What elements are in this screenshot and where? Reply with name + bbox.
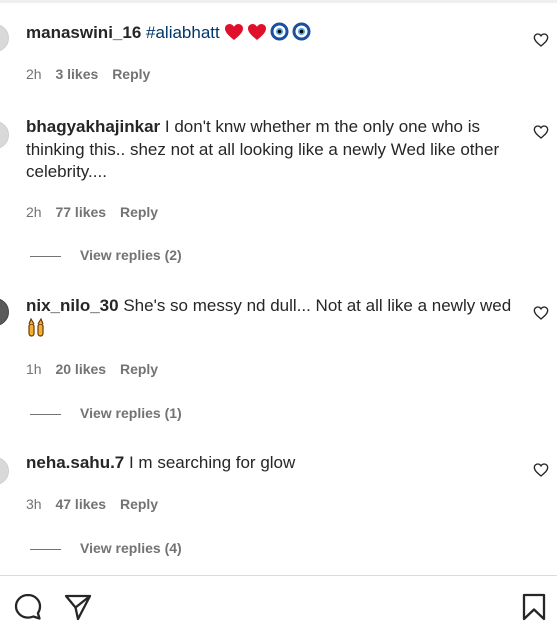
like-comment-heart-icon[interactable] [533,462,549,478]
reply-button[interactable]: Reply [120,204,158,220]
comment-bubble-icon[interactable] [13,592,43,622]
hands-raised-emoji-icon [26,317,46,338]
comment-text: neha.sahu.7 I m searching for glow [26,453,296,472]
evil-eye-emoji-icon [270,22,289,41]
replies-divider-line [30,255,61,257]
avatar[interactable] [0,121,9,149]
reply-button[interactable]: Reply [120,361,158,377]
comment-text: nix_nilo_30 She's so messy nd dull... No… [26,295,513,341]
username[interactable]: neha.sahu.7 [26,453,124,472]
comment-meta: 3h 47 likes Reply [26,496,168,512]
timestamp: 2h [26,66,42,82]
red-heart-emoji-icon [224,23,244,41]
username[interactable]: bhagyakhajinkar [26,117,160,136]
likes-count[interactable]: 47 likes [55,496,106,512]
evil-eye-emoji-icon [292,22,311,41]
view-replies-button[interactable]: View replies (1) [30,405,182,421]
replies-divider-line [30,413,61,415]
avatar[interactable] [0,24,9,52]
view-replies-button[interactable]: View replies (2) [30,247,182,263]
avatar[interactable] [0,298,9,326]
reply-button[interactable]: Reply [120,496,158,512]
timestamp: 1h [26,361,42,377]
timestamp: 3h [26,496,42,512]
comment-text: manaswini_16 #aliabhatt [26,22,513,45]
likes-count[interactable]: 3 likes [55,66,98,82]
replies-divider-line [30,548,61,550]
likes-count[interactable]: 20 likes [55,361,106,377]
hashtag-link[interactable]: #aliabhatt [146,23,220,42]
username[interactable]: nix_nilo_30 [26,296,119,315]
like-comment-heart-icon[interactable] [533,305,549,321]
view-replies-button[interactable]: View replies (4) [30,540,182,556]
likes-count[interactable]: 77 likes [55,204,106,220]
like-comment-heart-icon[interactable] [533,32,549,48]
top-divider [0,0,557,3]
red-heart-emoji-icon [247,23,267,41]
like-comment-heart-icon[interactable] [533,124,549,140]
actions-divider [0,575,557,576]
paper-plane-icon[interactable] [63,592,93,622]
comment-meta: 1h 20 likes Reply [26,361,168,377]
comment-meta: 2h 3 likes Reply [26,66,160,82]
bookmark-icon[interactable] [519,592,549,622]
reply-button[interactable]: Reply [112,66,150,82]
comment-text: bhagyakhajinkar I don't knw whether m th… [26,117,500,181]
comment-meta: 2h 77 likes Reply [26,204,168,220]
avatar[interactable] [0,457,9,485]
username[interactable]: manaswini_16 [26,23,141,42]
timestamp: 2h [26,204,42,220]
